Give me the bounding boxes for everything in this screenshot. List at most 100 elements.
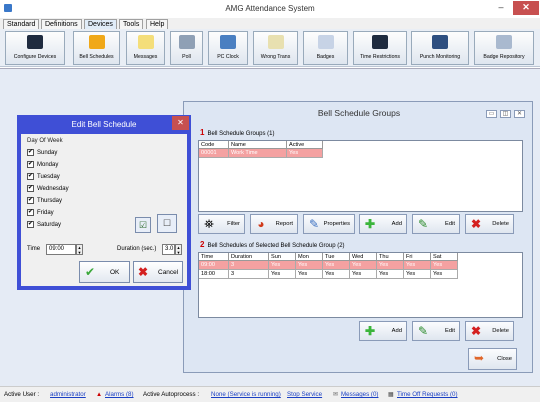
pc-clock-button[interactable]: PC Clock	[208, 31, 248, 65]
cell-thu[interactable]: Yes	[377, 270, 404, 279]
properties-icon: ✎	[308, 217, 320, 231]
add-group-button[interactable]: ✚ Add	[359, 214, 407, 234]
col-header-sun[interactable]: Sun	[269, 253, 296, 261]
groups-section-title: 1 Bell Schedule Groups (1)	[200, 128, 275, 137]
delete-schedule-button[interactable]: ✖ Delete	[465, 321, 514, 341]
cell-duration[interactable]: 3	[229, 270, 269, 279]
menu-devices[interactable]: Devices	[84, 19, 117, 29]
edit-group-button[interactable]: ✎ Edit	[412, 214, 460, 234]
filter-button[interactable]: ⛯ Filter	[198, 214, 245, 234]
checkbox-wednesday[interactable]: ✔ Wednesday	[27, 184, 69, 194]
time-input[interactable]: 09:00	[46, 244, 76, 255]
close-button[interactable]: ➥ Close	[468, 348, 517, 370]
menu-help[interactable]: Help	[146, 19, 169, 29]
duration-input[interactable]: 3.0	[162, 244, 175, 255]
time-label: Time	[27, 246, 41, 252]
checkbox-tuesday[interactable]: ✔ Tuesday	[27, 172, 60, 182]
messages-link[interactable]: Messages (0)	[341, 391, 378, 398]
cancel-icon: ✖	[138, 265, 149, 279]
cell-wed[interactable]: Yes	[350, 270, 377, 279]
poll-button[interactable]: Poll	[170, 31, 203, 65]
edit-icon: ✎	[417, 324, 429, 338]
col-header-thu[interactable]: Thu	[377, 253, 404, 261]
cell-sun[interactable]: Yes	[269, 261, 296, 270]
cell-mon[interactable]: Yes	[296, 261, 323, 270]
window-close-button[interactable]: ✕	[513, 1, 539, 15]
delete-group-button[interactable]: ✖ Delete	[465, 214, 514, 234]
window-minimize-icon[interactable]: ▭	[486, 110, 497, 118]
report-button[interactable]: ◕ Report	[250, 214, 298, 234]
col-header-active[interactable]: Active	[287, 141, 323, 149]
cell-active[interactable]: Yes	[287, 149, 323, 158]
window-restore-icon[interactable]: ◫	[500, 110, 511, 118]
cell-fri[interactable]: Yes	[404, 270, 431, 279]
col-header-tue[interactable]: Tue	[323, 253, 350, 261]
window-close-icon[interactable]: ✕	[514, 110, 525, 118]
uncheck-all-icon[interactable]: ☐	[157, 214, 177, 233]
col-header-fri[interactable]: Fri	[404, 253, 431, 261]
col-header-time[interactable]: Time	[199, 253, 229, 261]
checkbox-saturday[interactable]: ✔ Saturday	[27, 220, 61, 230]
envelope-icon	[137, 35, 154, 49]
stop-service-link[interactable]: Stop Service	[287, 391, 322, 398]
bell-schedule-groups-window: Bell Schedule Groups ▭ ◫ ✕ 1 Bell Schedul…	[183, 101, 533, 373]
active-user-link[interactable]: administrator	[50, 391, 86, 398]
badges-button[interactable]: Badges	[303, 31, 348, 65]
menu-standard[interactable]: Standard	[3, 19, 40, 29]
checkbox-monday[interactable]: ✔ Monday	[27, 160, 58, 170]
time-spinner[interactable]: ▲ ▼	[76, 244, 83, 255]
punch-monitoring-button[interactable]: Punch Monitoring	[411, 31, 469, 65]
groups-grid[interactable]: Code Name Active 00001 Work Time Yes	[198, 140, 523, 212]
cell-sat[interactable]: Yes	[431, 261, 458, 270]
cell-sun[interactable]: Yes	[269, 270, 296, 279]
schedules-grid[interactable]: Time Duration Sun Mon Tue Wed Thu Fri Sa…	[198, 252, 523, 318]
delete-icon: ✖	[470, 324, 482, 338]
cell-mon[interactable]: Yes	[296, 270, 323, 279]
col-header-wed[interactable]: Wed	[350, 253, 377, 261]
checkbox-thursday[interactable]: ✔ Thursday	[27, 196, 62, 206]
alarms-link[interactable]: Alarms (8)	[105, 391, 134, 398]
badge-repository-button[interactable]: Badge Repository	[474, 31, 534, 65]
menu-bar: Standard Definitions Devices Tools Help	[0, 18, 540, 29]
cell-time[interactable]: 18:00	[199, 270, 229, 279]
time-off-link[interactable]: Time Off Requests (0)	[397, 391, 458, 398]
autoprocess-link[interactable]: None (Service is running)	[211, 391, 281, 398]
menu-definitions[interactable]: Definitions	[41, 19, 82, 29]
wrong-trans-button[interactable]: Wrong Trans	[253, 31, 298, 65]
col-header-mon[interactable]: Mon	[296, 253, 323, 261]
properties-button[interactable]: ✎ Properties	[303, 214, 355, 234]
cell-name[interactable]: Work Time	[229, 149, 287, 158]
cell-wed[interactable]: Yes	[350, 261, 377, 270]
dialog-close-button[interactable]: ✕	[172, 116, 189, 130]
messages-button[interactable]: Messages	[126, 31, 165, 65]
cancel-button[interactable]: ✖ Cancel	[133, 261, 183, 283]
cell-sat[interactable]: Yes	[431, 270, 458, 279]
cell-tue[interactable]: Yes	[323, 270, 350, 279]
menu-tools[interactable]: Tools	[119, 19, 144, 29]
edit-schedule-button[interactable]: ✎ Edit	[412, 321, 460, 341]
checkbox-friday[interactable]: ✔ Friday	[27, 208, 54, 218]
cell-time[interactable]: 09:00	[199, 261, 229, 270]
cell-fri[interactable]: Yes	[404, 261, 431, 270]
col-header-duration[interactable]: Duration	[229, 253, 269, 261]
checkbox-sunday[interactable]: ✔ Sunday	[27, 148, 57, 158]
check-all-icon[interactable]: ☑	[135, 217, 151, 233]
col-header-code[interactable]: Code	[199, 141, 229, 149]
dialog-body: Day Of Week ✔ Sunday ✔ Monday ✔ Tuesday ✔ We…	[21, 134, 187, 286]
cell-thu[interactable]: Yes	[377, 261, 404, 270]
cell-duration[interactable]: 3	[229, 261, 269, 270]
edit-bell-schedule-dialog: Edit Bell Schedule ✕ Day Of Week ✔ Sunday…	[17, 115, 191, 290]
bell-schedules-button[interactable]: Bell Schedules	[73, 31, 120, 65]
exit-door-icon: ➥	[473, 351, 485, 365]
add-schedule-button[interactable]: ✚ Add	[359, 321, 407, 341]
col-header-name[interactable]: Name	[229, 141, 287, 149]
device-icon	[27, 35, 43, 49]
ok-button[interactable]: ✔ OK	[79, 261, 130, 283]
time-restrictions-button[interactable]: Time Restrictions	[353, 31, 407, 65]
duration-spinner[interactable]: ▲ ▼	[175, 244, 182, 255]
cell-code[interactable]: 00001	[199, 149, 229, 158]
configure-devices-button[interactable]: Configure Devices	[5, 31, 65, 65]
col-header-sat[interactable]: Sat	[431, 253, 458, 261]
minimize-button[interactable]: –	[490, 1, 512, 15]
cell-tue[interactable]: Yes	[323, 261, 350, 270]
